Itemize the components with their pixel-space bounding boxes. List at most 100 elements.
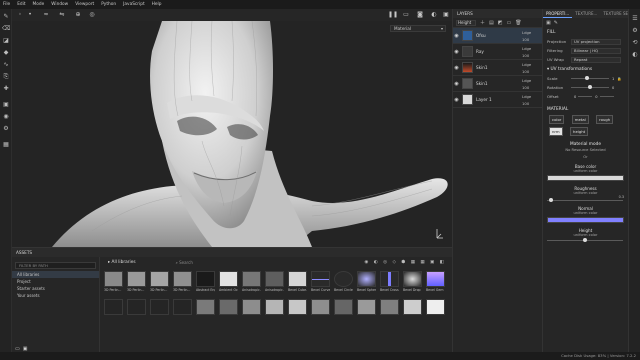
base-color-swatch[interactable] [547, 175, 624, 181]
tree-item-starter-assets[interactable]: Starter assets [12, 285, 99, 292]
tab-texture[interactable]: TEXTURE... [572, 9, 600, 18]
projection-select[interactable]: UV projection [571, 38, 621, 45]
eraser-icon[interactable]: ⌫ [2, 25, 10, 33]
asset-tile[interactable]: 3D Perlin... [104, 271, 123, 292]
menu-help[interactable]: Help [152, 2, 162, 7]
asset-tile[interactable] [104, 299, 123, 315]
rotation-value[interactable]: 0 [612, 86, 614, 90]
projection-icon[interactable]: ◪ [2, 37, 10, 45]
channel-select[interactable]: Height [456, 19, 476, 26]
add-layer-icon[interactable]: ＋ [480, 19, 485, 26]
target-icon[interactable]: ◎ [88, 11, 96, 19]
view-mode-icon[interactable]: ▣ [442, 11, 450, 19]
asset-tile[interactable] [265, 299, 284, 315]
asset-tile[interactable]: Bevel Cube... [288, 271, 307, 292]
menu-file[interactable]: File [3, 2, 10, 7]
picker-icon[interactable]: ✚ [2, 85, 10, 93]
asset-tile[interactable] [242, 299, 261, 315]
brush-icon[interactable]: ✎ [554, 20, 558, 26]
visibility-eye-icon[interactable]: ◉ [453, 65, 460, 71]
folder-icon[interactable]: ▭ [506, 20, 511, 26]
asset-tile[interactable]: Bevel Sphere [357, 271, 376, 292]
asset-tile[interactable] [127, 299, 146, 315]
filter-by-path-input[interactable]: FILTER BY PATH [15, 262, 96, 269]
asset-tile[interactable]: Bevel Cross [380, 271, 399, 292]
tree-item-project[interactable]: Project [12, 278, 99, 285]
asset-tile[interactable] [311, 299, 330, 315]
layers-dock-icon[interactable]: ☰ [631, 15, 639, 23]
asset-tile[interactable]: 3D Perlin... [173, 271, 192, 292]
menu-mode[interactable]: Mode [33, 2, 45, 7]
add-fill-icon[interactable]: ▤ [489, 20, 494, 26]
menu-edit[interactable]: Edit [17, 2, 25, 7]
tab-properties[interactable]: PROPERTI... [543, 9, 573, 18]
paint-brush-icon[interactable]: ✎ [2, 13, 10, 21]
filtering-select[interactable]: Bilinear | HQ [571, 47, 621, 54]
smudge-icon[interactable]: ∿ [2, 61, 10, 69]
brush-preset-icon[interactable]: ◦ [16, 11, 24, 19]
delete-layer-icon[interactable]: 🗑 [515, 20, 521, 26]
assets-search-input[interactable]: ⌕ Search [176, 260, 193, 265]
roughness-channel[interactable]: Roughness uniform color 0.3 [547, 186, 624, 202]
rotation-slider-knob[interactable] [588, 85, 592, 89]
asset-tile[interactable]: 3D Perlin... [150, 271, 169, 292]
menu-viewport[interactable]: Viewport [75, 2, 94, 7]
tree-item-your-assets[interactable]: Your assets [12, 292, 99, 299]
normal-channel[interactable]: Normal uniform color [547, 206, 624, 223]
layer-row[interactable]: ◉ Ray Ldge 100 [453, 44, 542, 60]
flow-icon[interactable]: ≈ [42, 11, 50, 19]
uv-transform-title[interactable]: ▾ UV transformations [543, 64, 628, 74]
asset-tile[interactable] [196, 299, 215, 315]
height-channel[interactable]: Height uniform color [547, 228, 624, 242]
import-icon[interactable]: ▭ [15, 346, 20, 352]
tree-item-all-libraries[interactable]: All libraries [12, 271, 99, 278]
roughness-slider-knob[interactable] [549, 198, 553, 202]
asset-tile[interactable] [380, 299, 399, 315]
base-color-channel[interactable]: Base color uniform color [547, 164, 624, 181]
asset-tile[interactable] [403, 299, 422, 315]
layer-row[interactable]: ◉ Skin1 Ldge 100 [453, 76, 542, 92]
scale-value[interactable]: 1 [612, 77, 614, 81]
layer-blend[interactable]: Ldge 100 [522, 78, 539, 90]
rotation-slider[interactable] [571, 85, 609, 89]
screenshot-icon[interactable]: ◙ [416, 11, 424, 19]
assets-breadcrumb[interactable]: ▸ All libraries [108, 260, 136, 265]
asset-tile[interactable]: Anisotropic... [265, 271, 284, 292]
asset-tile[interactable]: Anisotropic... [242, 271, 261, 292]
new-library-icon[interactable]: ▣ [23, 346, 28, 352]
properties-dock-icon[interactable]: ⚙ [631, 27, 639, 35]
asset-tile[interactable] [426, 299, 445, 315]
scale-slider-knob[interactable] [585, 76, 589, 80]
height-slider-knob[interactable] [583, 238, 587, 242]
layer-blend[interactable]: Ldge 100 [522, 46, 539, 58]
symmetry-icon[interactable]: ⇋ [58, 11, 66, 19]
height-channel-button[interactable]: height [570, 127, 589, 136]
camera-icon[interactable]: ◉ [2, 113, 10, 121]
clone-icon[interactable]: ⎘ [2, 73, 10, 81]
offset-x-value[interactable]: 0 [574, 95, 576, 99]
add-mask-icon[interactable]: ◩ [498, 20, 503, 26]
pause-icon[interactable]: ❚❚ [388, 11, 398, 19]
lock-icon[interactable]: 🔒 [617, 77, 621, 81]
layer-row[interactable]: ◉ Layer 1 Ldge 100 [453, 92, 542, 108]
offset-y-slider[interactable] [599, 96, 614, 97]
asset-tile[interactable] [219, 299, 238, 315]
menu-python[interactable]: Python [101, 2, 116, 7]
roughness-slider[interactable] [547, 198, 623, 202]
polygon-fill-icon[interactable]: ◆ [2, 49, 10, 57]
asset-type-filters[interactable]: ◉ ◐ ◎ ◇ ⬢ ▦ ▦ ▣ ◧ [364, 260, 446, 265]
3d-viewport[interactable]: Material [12, 21, 452, 247]
scale-slider[interactable] [571, 76, 609, 80]
visibility-eye-icon[interactable]: ◉ [453, 33, 460, 39]
asset-tile[interactable]: Bevel Drop [403, 271, 422, 292]
asset-tile[interactable]: Ambient Occl... [219, 271, 238, 292]
size-icon[interactable]: • [26, 11, 34, 19]
asset-tile[interactable] [173, 299, 192, 315]
asset-tile[interactable]: Abstract Eng... [196, 271, 215, 292]
menu-javascript[interactable]: JavaScript [123, 2, 145, 7]
nrm-channel-button[interactable]: nrm [549, 127, 563, 136]
material-mode-label[interactable]: Material mode [543, 142, 628, 147]
asset-tile[interactable] [150, 299, 169, 315]
viewport-mode-select[interactable]: Material [390, 25, 446, 32]
uvwrap-select[interactable]: Repeat [571, 56, 621, 63]
